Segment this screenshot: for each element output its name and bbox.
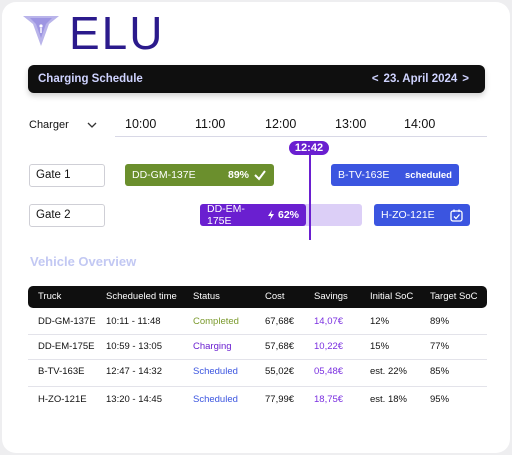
cell-time: 10:59 - 13:05 <box>106 341 162 352</box>
column-header[interactable]: Cost <box>265 286 285 308</box>
current-time-line <box>309 155 311 240</box>
slot-truck: H-ZO-121E <box>381 209 435 221</box>
column-header[interactable]: Status <box>193 286 220 308</box>
checkmark-icon <box>254 170 266 181</box>
cell-initial-soc: 15% <box>370 341 390 352</box>
column-header[interactable]: Initial SoC <box>370 286 413 308</box>
table-row[interactable]: DD-EM-175E 10:59 - 13:05 Charging 57,68€… <box>28 334 487 359</box>
cell-savings: 14,07€ <box>314 316 344 327</box>
time-label: 13:00 <box>335 117 367 131</box>
column-header[interactable]: Savings <box>314 286 348 308</box>
prev-date-button[interactable]: < <box>372 73 379 85</box>
slot-progress: 62% <box>267 209 299 221</box>
cell-truck: B-TV-163E <box>38 366 85 377</box>
cell-target-soc: 89% <box>430 316 450 327</box>
lightning-icon <box>267 210 274 220</box>
calendar-check-icon <box>450 209 463 222</box>
slot-truck: DD-EM-175E <box>207 203 245 227</box>
gate-1-label: Gate 1 <box>29 164 105 187</box>
cell-cost: 57,68€ <box>265 341 295 352</box>
slot-h-zo-121e[interactable]: H-ZO-121E <box>374 204 470 226</box>
cell-time: 10:11 - 11:48 <box>106 316 161 327</box>
cell-cost: 67,68€ <box>265 316 295 327</box>
cell-truck: H-ZO-121E <box>38 394 87 405</box>
slot-progress: 89% <box>228 169 267 181</box>
section-title: Vehicle Overview <box>30 254 137 269</box>
time-label: 14:00 <box>404 117 436 131</box>
cell-truck: DD-GM-137E <box>38 316 96 327</box>
column-header[interactable]: Schedueled time <box>106 286 177 308</box>
app-card: ELU Charging Schedule < 23. April 2024 >… <box>2 2 510 453</box>
column-header[interactable]: Truck <box>38 286 61 308</box>
current-time-badge: 12:42 <box>289 141 329 155</box>
table-row[interactable]: H-ZO-121E 13:20 - 14:45 Scheduled 77,99€… <box>28 387 487 412</box>
slot-status: scheduled <box>405 169 452 181</box>
cell-target-soc: 95% <box>430 394 450 405</box>
slot-dd-gm-137e[interactable]: DD-GM-137E 89% <box>125 164 274 186</box>
page-title: Charging Schedule <box>38 73 143 85</box>
cell-truck: DD-EM-175E <box>38 341 95 352</box>
manta-ray-logo-icon <box>23 16 59 46</box>
cell-status: Scheduled <box>193 394 238 405</box>
cell-status: Completed <box>193 316 239 327</box>
cell-initial-soc: est. 18% <box>370 394 407 405</box>
date-navigator: < 23. April 2024 > <box>372 73 469 85</box>
time-label: 11:00 <box>195 117 226 131</box>
table-row[interactable]: B-TV-163E 12:47 - 14:32 Scheduled 55,02€… <box>28 359 487 384</box>
cell-cost: 77,99€ <box>265 394 295 405</box>
cell-time: 13:20 - 14:45 <box>106 394 162 405</box>
gate-2-label: Gate 2 <box>29 204 105 227</box>
time-label: 12:00 <box>265 117 297 131</box>
slot-b-tv-163e[interactable]: B-TV-163E scheduled <box>331 164 459 186</box>
table-row[interactable]: DD-GM-137E 10:11 - 11:48 Completed 67,68… <box>28 309 487 334</box>
slot-percent: 62% <box>277 209 299 221</box>
charger-dropdown-label[interactable]: Charger <box>29 119 69 131</box>
column-header[interactable]: Target SoC <box>430 286 478 308</box>
cell-target-soc: 85% <box>430 366 450 377</box>
slot-percent: 89% <box>227 169 249 181</box>
time-axis-line <box>115 136 487 137</box>
cell-savings: 10,22€ <box>314 341 344 352</box>
slot-truck: DD-GM-137E <box>132 169 196 181</box>
brand-name: ELU <box>69 7 165 59</box>
cell-initial-soc: est. 22% <box>370 366 407 377</box>
cell-initial-soc: 12% <box>370 316 390 327</box>
slot-truck: B-TV-163E <box>338 169 390 181</box>
cell-cost: 55,02€ <box>265 366 295 377</box>
schedule-header: Charging Schedule < 23. April 2024 > <box>28 65 485 93</box>
cell-target-soc: 77% <box>430 341 450 352</box>
cell-time: 12:47 - 14:32 <box>106 366 162 377</box>
slot-dd-em-175e[interactable]: DD-EM-175E 62% <box>200 203 306 227</box>
cell-savings: 18,75€ <box>314 394 344 405</box>
cell-savings: 05,48€ <box>314 366 344 377</box>
chevron-down-icon[interactable] <box>86 120 98 130</box>
table-header: Truck Schedueled time Status Cost Saving… <box>28 286 487 308</box>
current-date[interactable]: 23. April 2024 <box>384 73 458 85</box>
time-label: 10:00 <box>125 117 157 131</box>
next-date-button[interactable]: > <box>462 73 469 85</box>
cell-status: Scheduled <box>193 366 238 377</box>
cell-status: Charging <box>193 341 232 352</box>
